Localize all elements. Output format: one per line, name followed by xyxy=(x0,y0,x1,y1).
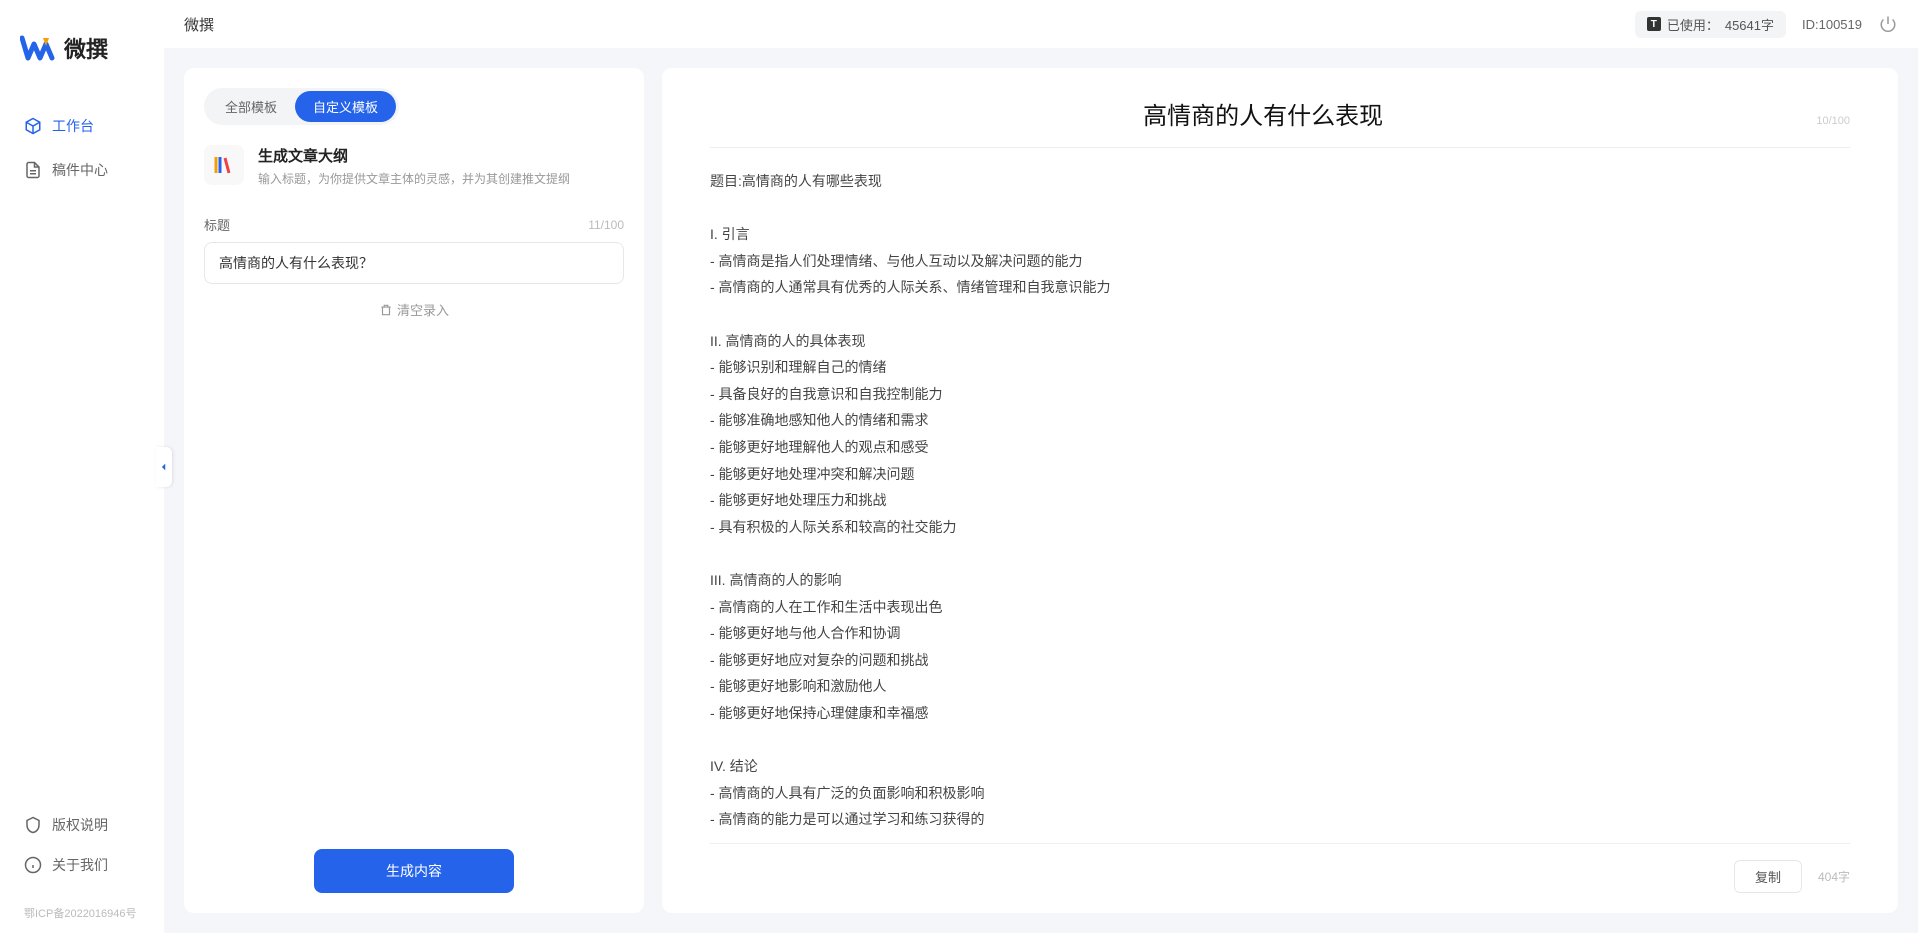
footer-link-copyright[interactable]: 版权说明 xyxy=(16,805,148,845)
cube-icon xyxy=(24,117,42,135)
usage-label: 已使用： xyxy=(1667,15,1719,34)
template-tabs: 全部模板 自定义模板 xyxy=(204,88,399,125)
topbar: 微撰 T 已使用： 45641字 ID:100519 xyxy=(164,0,1918,48)
logo-text: 微撰 xyxy=(64,32,108,64)
power-icon xyxy=(1879,15,1897,33)
footer-label: 关于我们 xyxy=(52,855,108,875)
sidebar-collapse-button[interactable] xyxy=(156,447,172,487)
file-icon xyxy=(24,161,42,179)
output-title[interactable]: 高情商的人有什么表现 xyxy=(710,96,1816,131)
title-label: 标题 xyxy=(204,215,230,234)
template-title: 生成文章大纲 xyxy=(258,145,570,166)
input-panel: 全部模板 自定义模板 生成文章大纲 输入标题，为你提供文章主体的灵感，并为其创建… xyxy=(184,68,644,913)
output-panel: 高情商的人有什么表现 10/100 题目:高情商的人有哪些表现 I. 引言 - … xyxy=(662,68,1898,913)
sidebar-footer: 版权说明 关于我们 xyxy=(0,805,164,905)
shield-icon xyxy=(24,816,42,834)
usage-value: 45641字 xyxy=(1725,15,1774,34)
clear-label: 清空录入 xyxy=(397,300,449,319)
footer-label: 版权说明 xyxy=(52,815,108,835)
template-desc: 输入标题，为你提供文章主体的灵感，并为其创建推文提纲 xyxy=(258,170,570,187)
logo-icon xyxy=(20,30,56,66)
user-id: ID:100519 xyxy=(1802,17,1862,32)
icp-text: 鄂ICP备2022016946号 xyxy=(0,905,164,933)
tab-all-templates[interactable]: 全部模板 xyxy=(207,91,295,122)
page-title: 微撰 xyxy=(184,14,214,35)
output-body[interactable]: 题目:高情商的人有哪些表现 I. 引言 - 高情商是指人们处理情绪、与他人互动以… xyxy=(710,168,1850,831)
usage-badge[interactable]: T 已使用： 45641字 xyxy=(1635,11,1786,38)
nav-label: 工作台 xyxy=(52,116,94,136)
nav-item-drafts[interactable]: 稿件中心 xyxy=(16,150,148,190)
sidebar: 微撰 工作台 稿件中心 版权说明 xyxy=(0,0,164,933)
main-nav: 工作台 稿件中心 xyxy=(0,106,164,805)
chevron-left-icon xyxy=(159,462,169,472)
text-icon: T xyxy=(1647,17,1661,31)
footer-link-about[interactable]: 关于我们 xyxy=(16,845,148,885)
logo[interactable]: 微撰 xyxy=(0,0,164,106)
nav-label: 稿件中心 xyxy=(52,160,108,180)
word-count: 404字 xyxy=(1818,868,1850,885)
info-icon xyxy=(24,856,42,874)
title-input[interactable] xyxy=(204,242,624,284)
generate-button[interactable]: 生成内容 xyxy=(314,849,514,893)
output-title-counter: 10/100 xyxy=(1816,115,1850,127)
nav-item-workspace[interactable]: 工作台 xyxy=(16,106,148,146)
title-counter: 11/100 xyxy=(588,218,624,232)
power-button[interactable] xyxy=(1878,14,1898,34)
template-card: 生成文章大纲 输入标题，为你提供文章主体的灵感，并为其创建推文提纲 xyxy=(204,145,624,187)
tab-custom-templates[interactable]: 自定义模板 xyxy=(295,91,396,122)
clear-button[interactable]: 清空录入 xyxy=(204,300,624,319)
content-area: 全部模板 自定义模板 生成文章大纲 输入标题，为你提供文章主体的灵感，并为其创建… xyxy=(164,48,1918,933)
main-area: 微撰 T 已使用： 45641字 ID:100519 全部模板 自定义模板 xyxy=(164,0,1918,933)
template-icon xyxy=(204,145,244,185)
trash-icon xyxy=(379,303,393,317)
copy-button[interactable]: 复制 xyxy=(1734,860,1802,893)
